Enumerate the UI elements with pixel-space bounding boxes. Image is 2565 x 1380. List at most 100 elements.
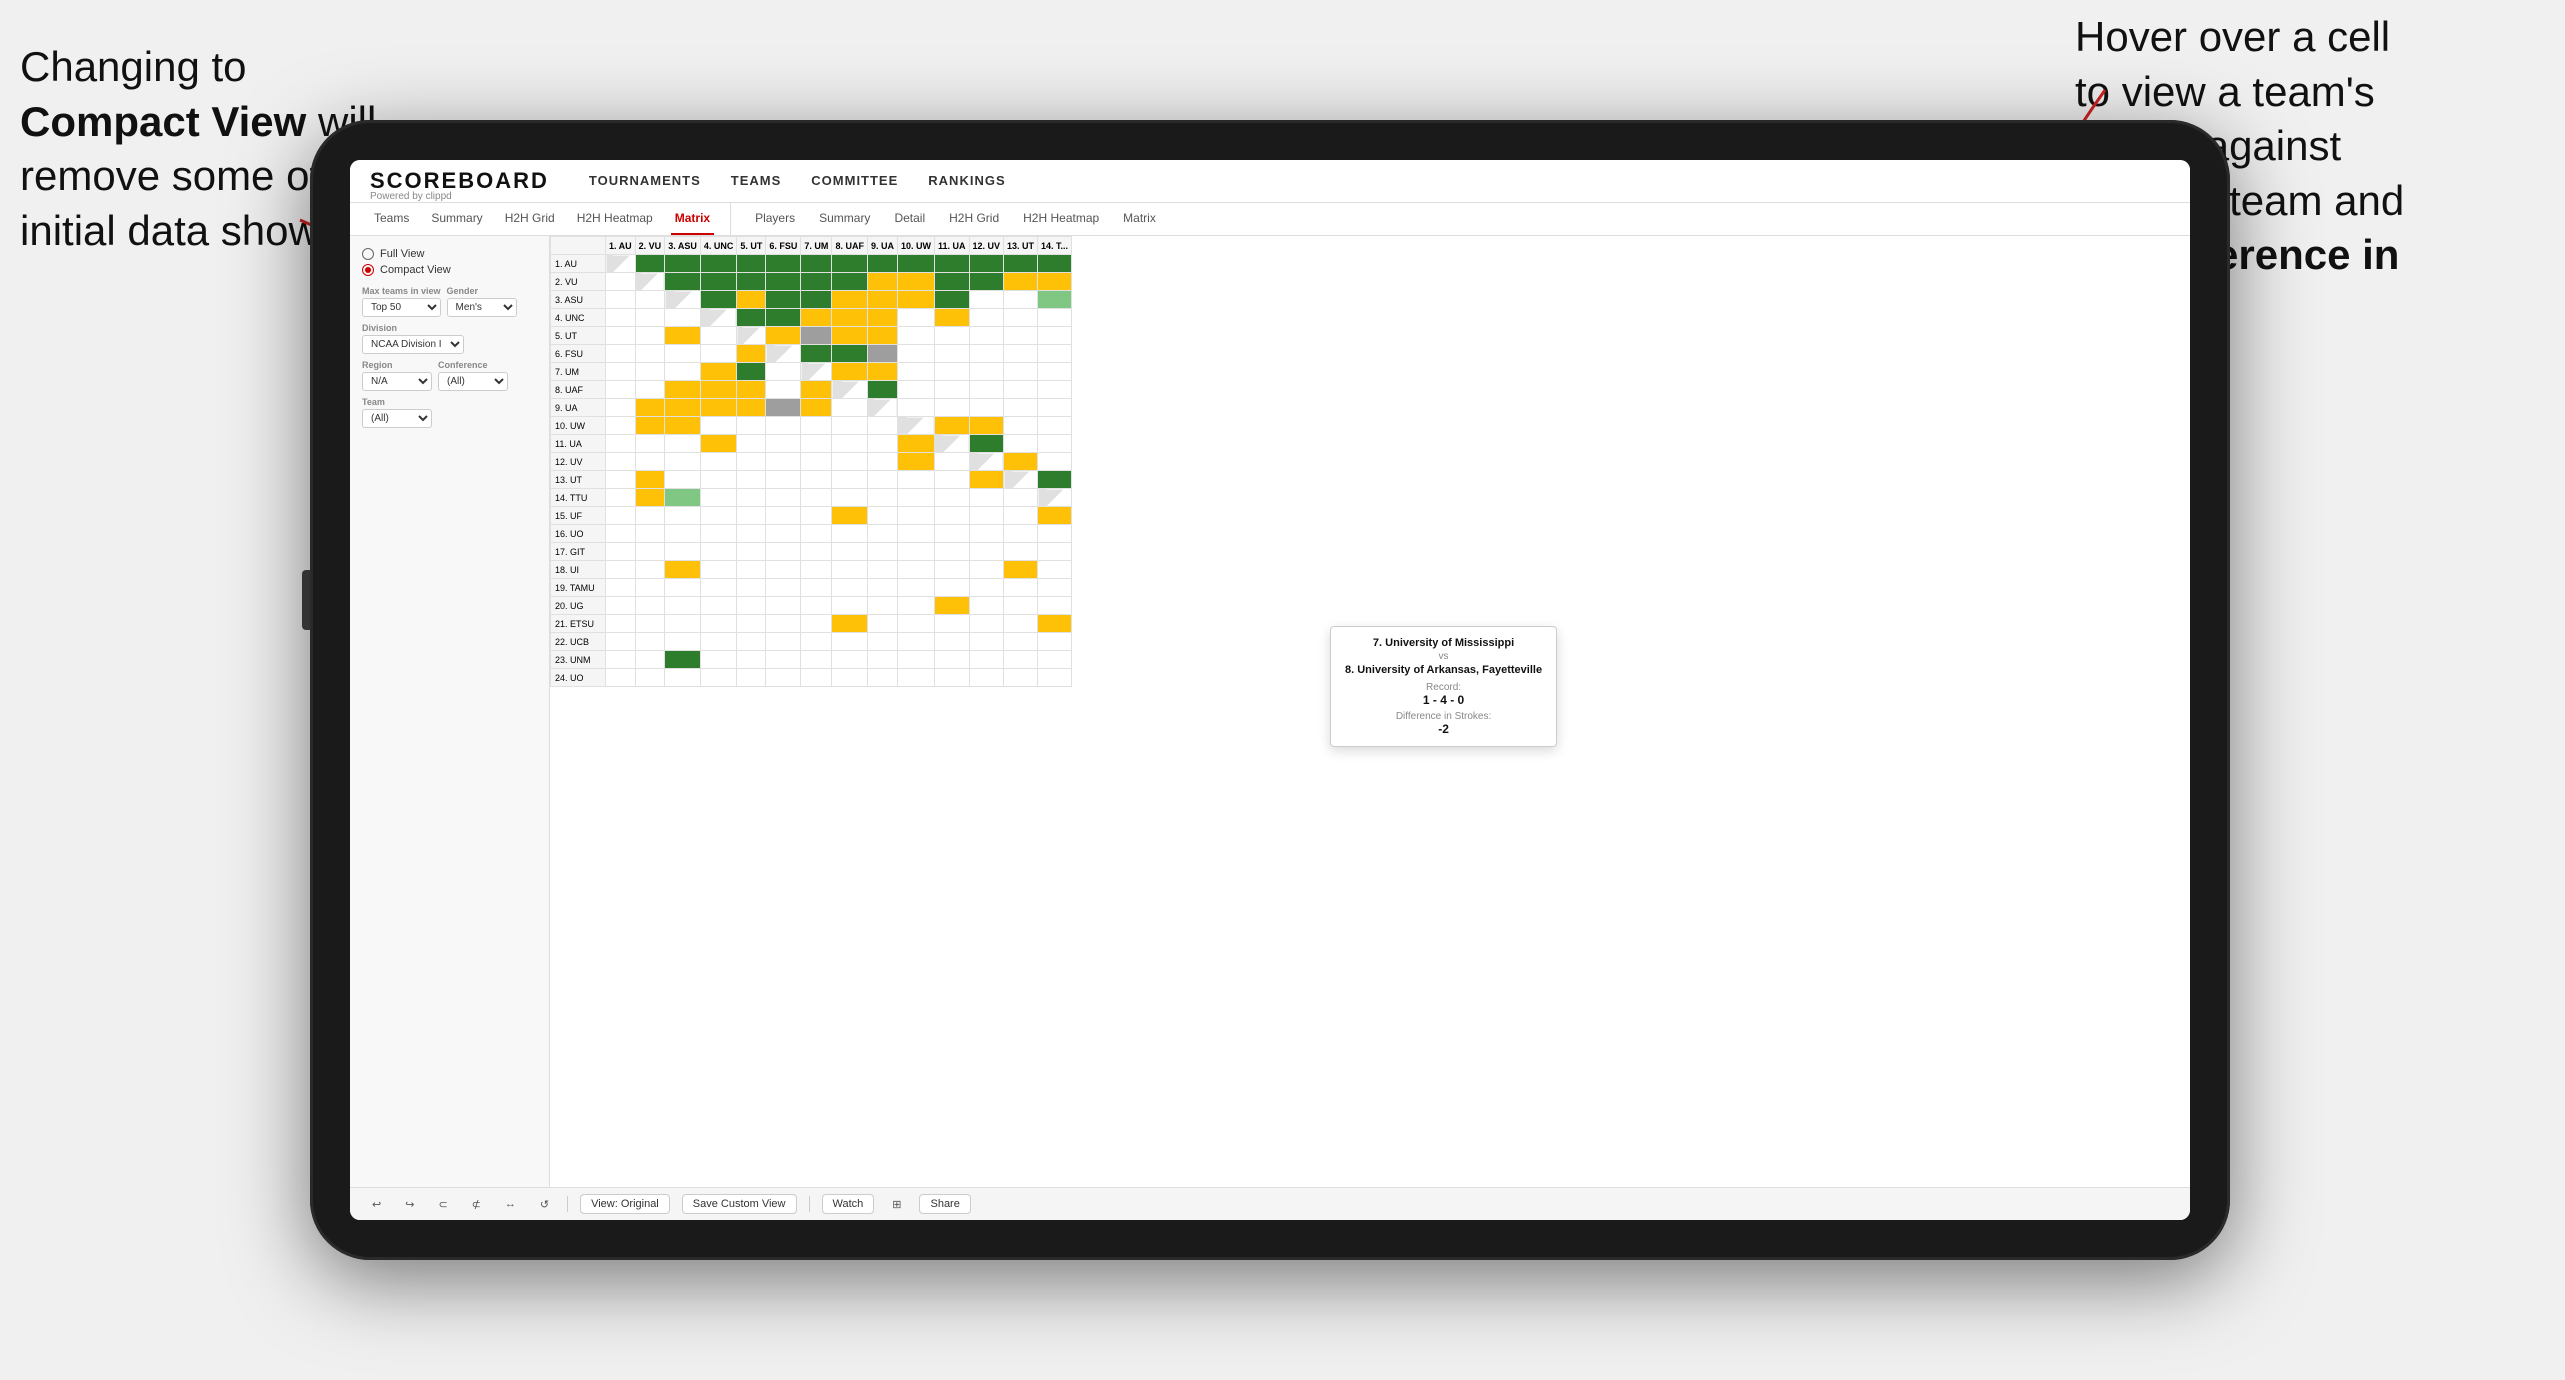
matrix-cell[interactable]: [665, 453, 701, 471]
matrix-cell[interactable]: [832, 471, 868, 489]
matrix-cell[interactable]: [737, 507, 766, 525]
matrix-cell[interactable]: [897, 327, 934, 345]
matrix-cell[interactable]: [897, 615, 934, 633]
matrix-cell[interactable]: [635, 633, 665, 651]
matrix-cell[interactable]: [665, 597, 701, 615]
matrix-cell[interactable]: [934, 597, 969, 615]
matrix-cell[interactable]: [867, 255, 897, 273]
matrix-cell[interactable]: [1038, 345, 1072, 363]
matrix-cell[interactable]: [665, 399, 701, 417]
matrix-cell[interactable]: [665, 345, 701, 363]
matrix-cell[interactable]: [606, 597, 636, 615]
matrix-cell[interactable]: [1004, 489, 1038, 507]
toolbar-redo[interactable]: ↪: [399, 1195, 420, 1214]
matrix-cell[interactable]: [867, 669, 897, 687]
matrix-cell[interactable]: [737, 615, 766, 633]
matrix-cell[interactable]: [867, 597, 897, 615]
matrix-cell[interactable]: [832, 327, 868, 345]
matrix-cell[interactable]: [969, 507, 1004, 525]
matrix-cell[interactable]: [934, 579, 969, 597]
matrix-cell[interactable]: [766, 363, 801, 381]
matrix-cell[interactable]: [934, 615, 969, 633]
matrix-cell[interactable]: [832, 597, 868, 615]
matrix-cell[interactable]: [832, 273, 868, 291]
matrix-cell[interactable]: [700, 525, 737, 543]
matrix-cell[interactable]: [897, 651, 934, 669]
matrix-cell[interactable]: [700, 507, 737, 525]
matrix-cell[interactable]: [897, 417, 934, 435]
matrix-cell[interactable]: [867, 327, 897, 345]
matrix-cell[interactable]: [665, 273, 701, 291]
tab-summary[interactable]: Summary: [427, 203, 486, 235]
matrix-cell[interactable]: [934, 309, 969, 327]
matrix-cell[interactable]: [606, 651, 636, 669]
matrix-cell[interactable]: [934, 291, 969, 309]
matrix-cell[interactable]: [897, 633, 934, 651]
matrix-cell[interactable]: [737, 309, 766, 327]
matrix-cell[interactable]: [700, 435, 737, 453]
nav-committee[interactable]: COMMITTEE: [811, 173, 898, 200]
tab-h2h-grid[interactable]: H2H Grid: [501, 203, 559, 235]
matrix-cell[interactable]: [897, 669, 934, 687]
matrix-cell[interactable]: [635, 345, 665, 363]
matrix-cell[interactable]: [969, 579, 1004, 597]
matrix-cell[interactable]: [1004, 543, 1038, 561]
matrix-cell[interactable]: [867, 417, 897, 435]
matrix-cell[interactable]: [1004, 669, 1038, 687]
matrix-cell[interactable]: [934, 651, 969, 669]
matrix-cell[interactable]: [737, 363, 766, 381]
matrix-cell[interactable]: [635, 435, 665, 453]
matrix-cell[interactable]: [801, 435, 832, 453]
matrix-cell[interactable]: [606, 669, 636, 687]
matrix-cell[interactable]: [1038, 273, 1072, 291]
matrix-cell[interactable]: [700, 363, 737, 381]
matrix-cell[interactable]: [801, 543, 832, 561]
matrix-cell[interactable]: [635, 381, 665, 399]
matrix-cell[interactable]: [1038, 291, 1072, 309]
matrix-cell[interactable]: [801, 417, 832, 435]
matrix-cell[interactable]: [897, 399, 934, 417]
matrix-cell[interactable]: [606, 453, 636, 471]
matrix-cell[interactable]: [737, 255, 766, 273]
matrix-cell[interactable]: [665, 417, 701, 435]
matrix-cell[interactable]: [934, 543, 969, 561]
matrix-cell[interactable]: [606, 561, 636, 579]
matrix-cell[interactable]: [969, 255, 1004, 273]
matrix-cell[interactable]: [665, 579, 701, 597]
matrix-cell[interactable]: [635, 489, 665, 507]
matrix-cell[interactable]: [766, 579, 801, 597]
matrix-cell[interactable]: [700, 597, 737, 615]
matrix-cell[interactable]: [1004, 471, 1038, 489]
matrix-cell[interactable]: [934, 471, 969, 489]
matrix-cell[interactable]: [665, 291, 701, 309]
matrix-cell[interactable]: [737, 633, 766, 651]
matrix-cell[interactable]: [1004, 327, 1038, 345]
matrix-cell[interactable]: [801, 597, 832, 615]
matrix-cell[interactable]: [737, 453, 766, 471]
matrix-cell[interactable]: [832, 435, 868, 453]
matrix-cell[interactable]: [1004, 597, 1038, 615]
matrix-cell[interactable]: [635, 399, 665, 417]
matrix-cell[interactable]: [606, 381, 636, 399]
matrix-cell[interactable]: [737, 417, 766, 435]
matrix-cell[interactable]: [934, 363, 969, 381]
matrix-cell[interactable]: [635, 291, 665, 309]
matrix-cell[interactable]: [700, 417, 737, 435]
matrix-cell[interactable]: [969, 273, 1004, 291]
matrix-cell[interactable]: [832, 615, 868, 633]
matrix-cell[interactable]: [897, 255, 934, 273]
matrix-cell[interactable]: [665, 507, 701, 525]
matrix-cell[interactable]: [832, 291, 868, 309]
matrix-cell[interactable]: [737, 399, 766, 417]
matrix-cell[interactable]: [737, 561, 766, 579]
matrix-cell[interactable]: [665, 633, 701, 651]
toolbar-save-custom[interactable]: Save Custom View: [682, 1194, 797, 1214]
matrix-cell[interactable]: [934, 633, 969, 651]
matrix-cell[interactable]: [700, 669, 737, 687]
nav-rankings[interactable]: RANKINGS: [928, 173, 1005, 200]
matrix-cell[interactable]: [766, 399, 801, 417]
matrix-cell[interactable]: [867, 399, 897, 417]
matrix-cell[interactable]: [665, 651, 701, 669]
matrix-cell[interactable]: [606, 273, 636, 291]
matrix-cell[interactable]: [801, 651, 832, 669]
